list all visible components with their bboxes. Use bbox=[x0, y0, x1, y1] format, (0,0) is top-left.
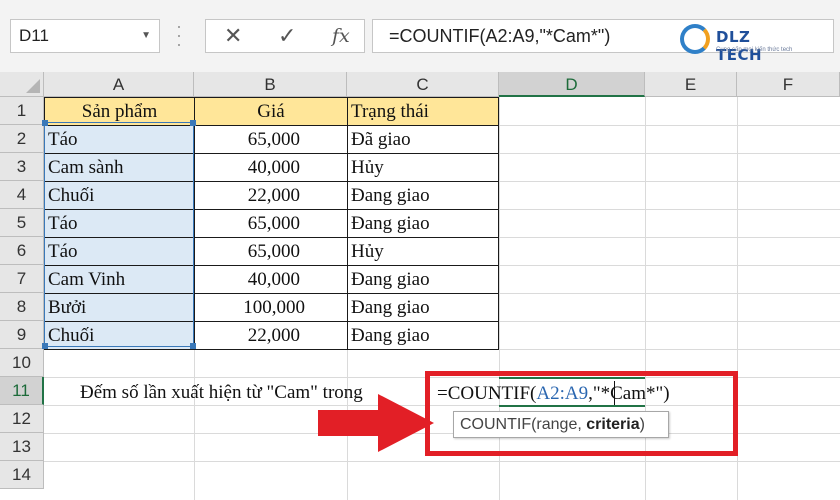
formula-range-ref: A2:A9 bbox=[536, 383, 589, 404]
table-header-cell[interactable]: Giá bbox=[194, 97, 348, 126]
table-cell[interactable]: 40,000 bbox=[194, 153, 348, 182]
column-header-b[interactable]: B bbox=[194, 72, 347, 97]
close-icon[interactable]: ✕ bbox=[224, 20, 242, 52]
table-header-cell[interactable]: Sản phẩm bbox=[44, 97, 195, 126]
fx-icon[interactable]: fx bbox=[332, 20, 350, 52]
table-cell[interactable]: 22,000 bbox=[194, 321, 348, 350]
function-tooltip[interactable]: COUNTIF(range, criteria) bbox=[453, 411, 669, 438]
row-header-9[interactable]: 9 bbox=[0, 321, 44, 349]
column-header-d[interactable]: D bbox=[499, 72, 645, 97]
row-header-6[interactable]: 6 bbox=[0, 237, 44, 265]
row-header-1[interactable]: 1 bbox=[0, 97, 44, 125]
table-cell[interactable]: 40,000 bbox=[194, 265, 348, 294]
table-cell[interactable]: Chuối bbox=[44, 321, 195, 350]
text-cursor bbox=[614, 381, 615, 405]
row-header-8[interactable]: 8 bbox=[0, 293, 44, 321]
table-cell[interactable]: Hủy bbox=[347, 237, 499, 266]
column-header-c[interactable]: C bbox=[347, 72, 499, 97]
name-box-value: D11 bbox=[19, 26, 49, 45]
table-cell[interactable]: 100,000 bbox=[194, 293, 348, 322]
worksheet-grid: A B C D E F 1 2 3 4 5 6 7 8 9 10 11 12 1… bbox=[0, 72, 840, 500]
logo: DLZ TECH Cung cấp mọi kiến thức tech bbox=[676, 22, 800, 64]
row-header-7[interactable]: 7 bbox=[0, 265, 44, 293]
tooltip-func: COUNTIF(range, bbox=[460, 416, 587, 433]
table-cell[interactable]: Đang giao bbox=[347, 293, 499, 322]
formula-bar: D11 ▼ · · · ✕ ✓ fx =COUNTIF(A2:A9,"*Cam*")… bbox=[0, 0, 840, 72]
tooltip-close: ) bbox=[639, 416, 645, 433]
column-header-f[interactable]: F bbox=[737, 72, 840, 97]
arrow-right-icon bbox=[318, 394, 434, 452]
tooltip-active-arg: criteria bbox=[586, 416, 640, 433]
column-header-e[interactable]: E bbox=[645, 72, 737, 97]
table-cell[interactable]: 65,000 bbox=[194, 237, 348, 266]
column-header-a[interactable]: A bbox=[44, 72, 194, 97]
select-all-button[interactable] bbox=[0, 72, 44, 97]
table-cell[interactable]: Cam Vinh bbox=[44, 265, 195, 294]
table-cell[interactable]: Táo bbox=[44, 125, 195, 154]
row-header-4[interactable]: 4 bbox=[0, 181, 44, 209]
logo-tagline: Cung cấp mọi kiến thức tech bbox=[716, 47, 793, 53]
table-cell[interactable]: Hủy bbox=[347, 153, 499, 182]
row-header-5[interactable]: 5 bbox=[0, 209, 44, 237]
formula-prefix: =COUNTIF( bbox=[437, 383, 537, 404]
table-cell[interactable]: Chuối bbox=[44, 181, 195, 210]
table-cell[interactable]: Đã giao bbox=[347, 125, 499, 154]
table-cell[interactable]: Bưởi bbox=[44, 293, 195, 322]
table-cell[interactable]: Cam sành bbox=[44, 153, 195, 182]
row-header-2[interactable]: 2 bbox=[0, 125, 44, 153]
check-icon[interactable]: ✓ bbox=[278, 20, 296, 52]
table-cell[interactable]: Đang giao bbox=[347, 181, 499, 210]
table-cell[interactable]: 65,000 bbox=[194, 125, 348, 154]
table-cell[interactable]: Đang giao bbox=[347, 265, 499, 294]
name-box[interactable]: D11 ▼ bbox=[10, 19, 160, 53]
table-cell[interactable]: Đang giao bbox=[347, 209, 499, 238]
table-header-cell[interactable]: Trạng thái bbox=[347, 97, 499, 126]
logo-text: DLZ TECH bbox=[716, 28, 763, 64]
row-header-11[interactable]: 11 bbox=[0, 377, 44, 405]
row-header-14[interactable]: 14 bbox=[0, 461, 44, 489]
table-cell[interactable]: 65,000 bbox=[194, 209, 348, 238]
table-cell[interactable]: Táo bbox=[44, 237, 195, 266]
chevron-down-icon[interactable]: ▼ bbox=[141, 20, 151, 52]
logo-ring-icon bbox=[680, 24, 710, 54]
table-cell[interactable]: Táo bbox=[44, 209, 195, 238]
row-header-13[interactable]: 13 bbox=[0, 433, 44, 461]
formula-buttons: ✕ ✓ fx bbox=[205, 19, 365, 53]
table-cell[interactable]: Đang giao bbox=[347, 321, 499, 350]
row-header-3[interactable]: 3 bbox=[0, 153, 44, 181]
drag-handle-icon[interactable]: · · · bbox=[176, 17, 186, 53]
table-cell[interactable]: 22,000 bbox=[194, 181, 348, 210]
cell-formula-editor[interactable]: =COUNTIF(A2:A9,"*Cam*") bbox=[437, 382, 670, 406]
formula-suffix: ,"*Cam*") bbox=[588, 383, 670, 404]
row-header-10[interactable]: 10 bbox=[0, 349, 44, 377]
row-header-12[interactable]: 12 bbox=[0, 405, 44, 433]
